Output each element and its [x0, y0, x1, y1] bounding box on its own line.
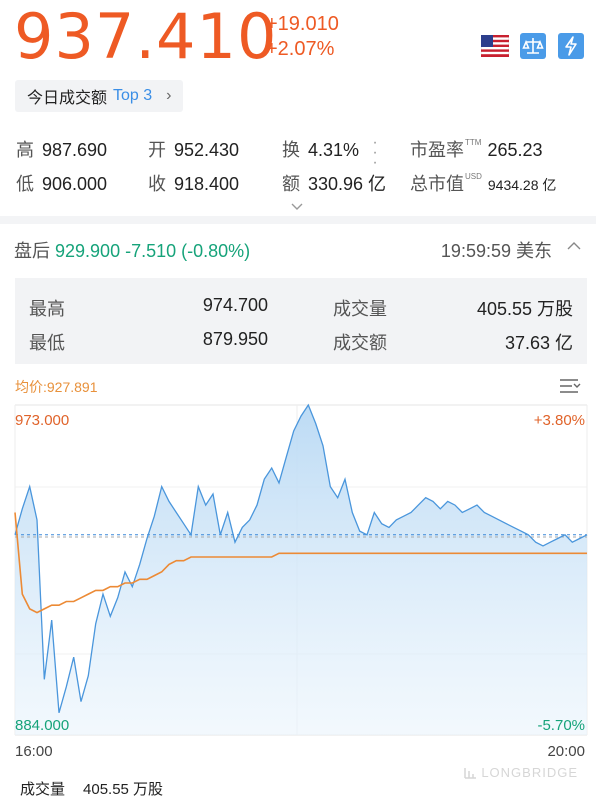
pill-rank: Top 3 [113, 87, 153, 104]
volume-summary: 成交量 405.55 万股 [20, 781, 164, 796]
collapse-chevron-icon[interactable] [566, 239, 582, 257]
change-pct: +2.07% [266, 38, 335, 60]
stat-turnover: 换 4.31% [282, 140, 360, 160]
after-hours-price: 929.900 [55, 241, 121, 261]
us-flag-icon[interactable] [481, 33, 509, 59]
quote-header: 937.410 +19.010 +2.07% [0, 0, 596, 75]
header-actions [481, 33, 585, 59]
change-abs: +19.010 [266, 13, 339, 35]
stat-low: 低 906.000 [16, 174, 108, 194]
after-hours-change: -7.510 (-0.80%) [125, 241, 251, 261]
average-price-label: 均价:927.891 [15, 379, 98, 395]
today-turnover-rank-pill[interactable]: 今日成交额 Top 3 › [15, 80, 184, 112]
after-hours-detail: 最高 974.700 成交量 405.55 万股 最低 879.950 成交额 … [15, 278, 587, 364]
section-divider [0, 216, 596, 224]
y-max-label: 973.000 [15, 412, 69, 429]
stat-amount: 额 330.96 亿 [282, 174, 387, 194]
lightning-icon[interactable] [557, 33, 585, 59]
pill-label: 今日成交额 [27, 90, 108, 107]
expand-chevron-icon[interactable] [290, 198, 304, 216]
stat-open: 开 952.430 [148, 140, 240, 160]
x-start-label: 16:00 [15, 743, 53, 760]
stat-close: 收 918.400 [148, 174, 240, 194]
last-price: 937.410 [14, 0, 278, 73]
price-change: +19.010 +2.07% [266, 12, 339, 62]
watermark: LONGBRIDGE [463, 765, 578, 780]
price-area-fill [15, 405, 587, 735]
after-hours-time: 19:59:59 美东 [440, 241, 552, 261]
stat-market-cap: 总市值USD9434.28 亿 [410, 172, 557, 194]
x-end-label: 20:00 [547, 743, 585, 760]
after-hours-summary: 盘后 929.900 -7.510 (-0.80%) [14, 241, 251, 261]
intraday-chart[interactable]: 973.000 +3.80% 884.000 -5.70% 16:00 20:0… [0, 400, 596, 770]
chart-menu-icon[interactable] [558, 376, 582, 401]
more-dots-icon[interactable]: · · · [372, 135, 378, 171]
pct-max-label: +3.80% [534, 412, 585, 429]
stat-pe: 市盈率TTM 265.23 [410, 138, 543, 160]
stat-high: 高 987.690 [16, 140, 108, 160]
pct-min-label: -5.70% [537, 717, 585, 734]
chevron-right-icon: › [166, 87, 172, 104]
longbridge-logo-icon [464, 767, 477, 779]
y-min-label: 884.000 [15, 717, 69, 734]
balance-scale-icon[interactable] [519, 33, 547, 59]
